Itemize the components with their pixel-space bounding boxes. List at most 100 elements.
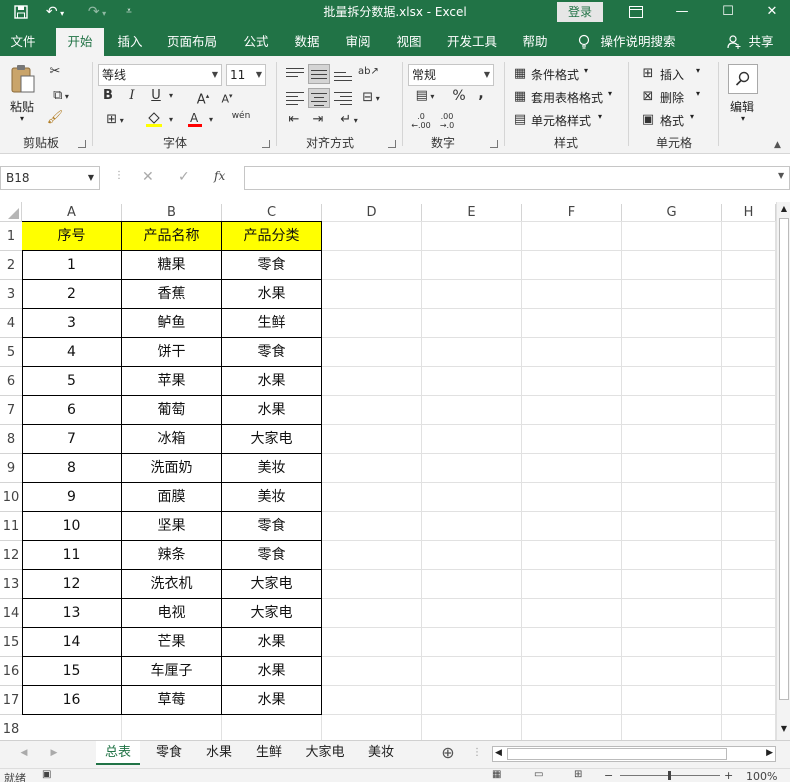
table-cell-seq[interactable]: 10	[22, 512, 122, 541]
macro-record-icon[interactable]: ▣	[42, 769, 51, 780]
sheet-tab-appliances[interactable]: 大家电	[296, 741, 354, 765]
table-cell-seq[interactable]: 13	[22, 599, 122, 628]
table-cell-product-category[interactable]: 水果	[222, 686, 322, 715]
row-header[interactable]: 8	[0, 425, 22, 454]
close-icon[interactable]: ✕	[752, 0, 790, 24]
insert-function-button[interactable]: fx	[214, 169, 225, 183]
ribbon-display-icon[interactable]	[616, 0, 656, 24]
page-break-view-icon[interactable]: ⊞	[574, 769, 582, 780]
zoom-level[interactable]: 100%	[746, 770, 777, 782]
table-cell-seq[interactable]: 2	[22, 280, 122, 309]
zoom-out-icon[interactable]: −	[604, 769, 613, 782]
cancel-icon[interactable]: ✕	[142, 169, 154, 185]
column-header[interactable]: G	[622, 204, 722, 222]
table-cell-product-name[interactable]: 芒果	[122, 628, 222, 657]
horizontal-scrollbar[interactable]: ◀ ▶	[492, 746, 776, 762]
row-header[interactable]: 14	[0, 599, 22, 628]
align-middle-icon[interactable]	[308, 64, 330, 84]
select-all-corner[interactable]	[0, 202, 22, 222]
row-header[interactable]: 11	[0, 512, 22, 541]
wrap-text-icon[interactable]: ↵ ▾	[334, 112, 364, 129]
row-header[interactable]: 18	[0, 715, 22, 740]
comma-button[interactable]: ,	[474, 86, 488, 102]
row-header[interactable]: 5	[0, 338, 22, 367]
table-cell-product-category[interactable]: 大家电	[222, 599, 322, 628]
table-cell-product-category[interactable]: 水果	[222, 628, 322, 657]
table-cell-product-name[interactable]: 葡萄	[122, 396, 222, 425]
number-format-combo[interactable]: 常规 ▼	[408, 64, 494, 86]
column-header[interactable]: A	[22, 204, 122, 222]
scroll-right-icon[interactable]: ▶	[766, 748, 773, 758]
sheet-tab-total[interactable]: 总表	[96, 741, 140, 765]
table-cell-seq[interactable]: 15	[22, 657, 122, 686]
prev-sheet-icon[interactable]: ◀	[18, 741, 30, 765]
row-header[interactable]: 7	[0, 396, 22, 425]
table-cell-seq[interactable]: 8	[22, 454, 122, 483]
table-cell-product-category[interactable]: 水果	[222, 367, 322, 396]
login-button[interactable]: 登录	[557, 2, 603, 22]
table-cell-product-name[interactable]: 饼干	[122, 338, 222, 367]
table-cell-product-category[interactable]: 水果	[222, 657, 322, 686]
page-layout-view-icon[interactable]: ▭	[534, 769, 543, 780]
table-cell-product-category[interactable]: 大家电	[222, 570, 322, 599]
conditional-format-button[interactable]: 条件格式	[531, 66, 579, 83]
merge-center-icon[interactable]: ⊟ ▾	[356, 90, 386, 107]
copy-icon[interactable]: ⧉ ▾	[46, 88, 76, 105]
normal-view-icon[interactable]: ▦	[492, 769, 501, 780]
column-header[interactable]: H	[722, 204, 776, 222]
align-top-icon[interactable]	[286, 66, 304, 82]
table-cell-product-name[interactable]: 洗面奶	[122, 454, 222, 483]
table-cell-product-category[interactable]: 美妆	[222, 483, 322, 512]
insert-cells-button[interactable]: 插入	[660, 66, 684, 83]
zoom-slider-thumb[interactable]	[668, 771, 671, 780]
formula-input[interactable]	[244, 166, 790, 190]
tab-file[interactable]: 文件	[4, 28, 42, 56]
format-painter-icon[interactable]: 🖌	[46, 110, 64, 126]
scroll-left-icon[interactable]: ◀	[495, 748, 502, 758]
increase-indent-icon[interactable]: ⇥	[308, 112, 328, 128]
name-box[interactable]: B18 ▼	[0, 166, 100, 190]
table-cell-seq[interactable]: 3	[22, 309, 122, 338]
row-header[interactable]: 10	[0, 483, 22, 512]
row-header[interactable]: 1	[0, 222, 22, 251]
table-cell-seq[interactable]: 7	[22, 425, 122, 454]
align-right-icon[interactable]	[334, 90, 352, 106]
table-cell-product-name[interactable]: 草莓	[122, 686, 222, 715]
column-header[interactable]: C	[222, 204, 322, 222]
number-launcher-icon[interactable]	[490, 140, 498, 148]
font-color-icon[interactable]: A	[186, 110, 204, 133]
table-cell-product-category[interactable]: 水果	[222, 396, 322, 425]
underline-button[interactable]: U	[148, 88, 164, 104]
table-cell-product-name[interactable]: 鲈鱼	[122, 309, 222, 338]
font-color-dropdown-icon[interactable]: ▾	[206, 112, 216, 128]
scroll-down-icon[interactable]: ▼	[779, 724, 789, 736]
table-cell-product-name[interactable]: 洗衣机	[122, 570, 222, 599]
fill-dropdown-icon[interactable]: ▾	[166, 112, 176, 128]
delete-cells-button[interactable]: 删除	[660, 89, 684, 106]
table-cell-seq[interactable]: 6	[22, 396, 122, 425]
table-cell-product-category[interactable]: 水果	[222, 280, 322, 309]
sheet-tab-snacks[interactable]: 零食	[146, 741, 192, 765]
column-header[interactable]: D	[322, 204, 422, 222]
row-header[interactable]: 17	[0, 686, 22, 715]
column-header[interactable]: E	[422, 204, 522, 222]
tell-me-search[interactable]: 操作说明搜索	[598, 28, 678, 56]
tab-formulas[interactable]: 公式	[236, 28, 276, 56]
table-cell-product-category[interactable]: 零食	[222, 512, 322, 541]
table-cell-product-name[interactable]: 香蕉	[122, 280, 222, 309]
row-header[interactable]: 6	[0, 367, 22, 396]
column-header[interactable]: F	[522, 204, 622, 222]
row-header[interactable]: 15	[0, 628, 22, 657]
table-cell-seq[interactable]: 4	[22, 338, 122, 367]
search-icon[interactable]	[728, 64, 758, 94]
sheet-tab-beauty[interactable]: 美妆	[358, 741, 404, 765]
tab-help[interactable]: 帮助	[515, 28, 555, 56]
format-cells-button[interactable]: 格式	[660, 112, 684, 129]
table-cell-product-name[interactable]: 辣条	[122, 541, 222, 570]
font-name-combo[interactable]: 等线 ▼	[98, 64, 222, 86]
table-cell-seq[interactable]: 11	[22, 541, 122, 570]
collapse-ribbon-icon[interactable]: ▲	[774, 140, 781, 150]
maximize-icon[interactable]: ☐	[708, 0, 748, 24]
table-cell-product-name[interactable]: 冰箱	[122, 425, 222, 454]
table-cell-seq[interactable]: 5	[22, 367, 122, 396]
